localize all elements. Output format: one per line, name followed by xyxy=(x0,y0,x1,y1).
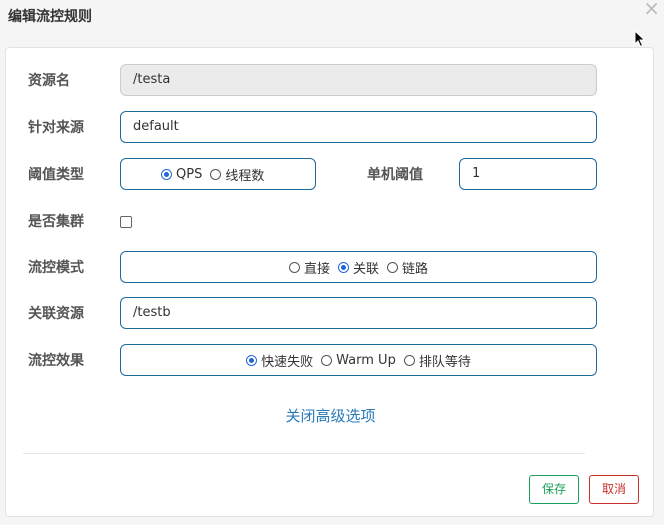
resource-label: 资源名 xyxy=(28,73,70,89)
radio-warm-up[interactable]: Warm Up xyxy=(321,353,396,368)
radio-unchecked-icon xyxy=(387,261,398,273)
radio-checked-icon xyxy=(337,261,349,273)
row-control-effect: 流控效果 快速失败 Warm Up 排队等待 xyxy=(6,344,655,378)
cluster-label: 是否集群 xyxy=(28,214,84,230)
radio-unchecked-icon xyxy=(210,168,222,180)
related-resource-input[interactable]: /testb xyxy=(120,297,597,329)
radio-checked-icon xyxy=(246,354,258,366)
radio-related[interactable]: 关联 xyxy=(337,258,379,277)
source-label: 针对来源 xyxy=(28,120,84,136)
radio-thread-count-label: 线程数 xyxy=(225,168,265,184)
radio-thread-count[interactable]: 线程数 xyxy=(210,165,264,184)
row-related-resource: 关联资源 /testb xyxy=(6,297,655,331)
row-control-mode: 流控模式 直接 关联 链路 xyxy=(6,251,655,285)
divider xyxy=(23,453,585,454)
control-mode-group: 直接 关联 链路 xyxy=(120,251,597,283)
save-button[interactable]: 保存 xyxy=(529,475,579,504)
radio-fast-fail[interactable]: 快速失败 xyxy=(246,351,313,370)
radio-checked-icon xyxy=(161,168,172,180)
resource-input: /testa xyxy=(120,64,597,96)
single-threshold-input[interactable]: 1 xyxy=(459,158,597,190)
single-threshold-label: 单机阈值 xyxy=(367,167,423,183)
radio-direct-label: 直接 xyxy=(303,261,330,277)
radio-fast-fail-label: 快速失败 xyxy=(261,354,314,370)
threshold-type-label: 阈值类型 xyxy=(28,167,84,183)
radio-qps[interactable]: QPS xyxy=(161,167,202,182)
form-panel: 资源名 /testa 针对来源 default 阈值类型 QPS 线程数 单机阈… xyxy=(5,47,654,517)
toggle-advanced-link[interactable]: 关闭高级选项 xyxy=(6,405,655,426)
radio-related-label: 关联 xyxy=(352,261,379,277)
radio-direct[interactable]: 直接 xyxy=(288,258,330,277)
row-cluster: 是否集群 xyxy=(6,205,655,239)
source-input[interactable]: default xyxy=(120,111,597,143)
row-source: 针对来源 default xyxy=(6,111,655,145)
control-effect-label: 流控效果 xyxy=(28,353,84,369)
control-effect-group: 快速失败 Warm Up 排队等待 xyxy=(120,344,597,376)
related-resource-label: 关联资源 xyxy=(28,306,84,322)
radio-queue[interactable]: 排队等待 xyxy=(403,351,471,370)
radio-unchecked-icon xyxy=(403,354,415,366)
cancel-button[interactable]: 取消 xyxy=(589,475,639,504)
radio-queue-label: 排队等待 xyxy=(418,354,471,370)
close-icon[interactable]: × xyxy=(643,0,660,18)
threshold-type-group: QPS 线程数 xyxy=(120,158,316,190)
radio-chain[interactable]: 链路 xyxy=(387,258,428,277)
radio-unchecked-icon xyxy=(288,261,300,273)
radio-unchecked-icon xyxy=(321,354,333,366)
dialog-title: 编辑流控规则 xyxy=(8,9,92,25)
mouse-cursor-icon xyxy=(634,30,646,48)
radio-warm-up-label: Warm Up xyxy=(336,352,396,368)
row-threshold-type: 阈值类型 QPS 线程数 单机阈值 1 xyxy=(6,158,655,192)
cluster-checkbox[interactable] xyxy=(120,216,132,228)
radio-qps-label: QPS xyxy=(176,166,203,182)
control-mode-label: 流控模式 xyxy=(28,260,84,276)
radio-chain-label: 链路 xyxy=(402,261,429,277)
row-resource: 资源名 /testa xyxy=(6,64,655,98)
